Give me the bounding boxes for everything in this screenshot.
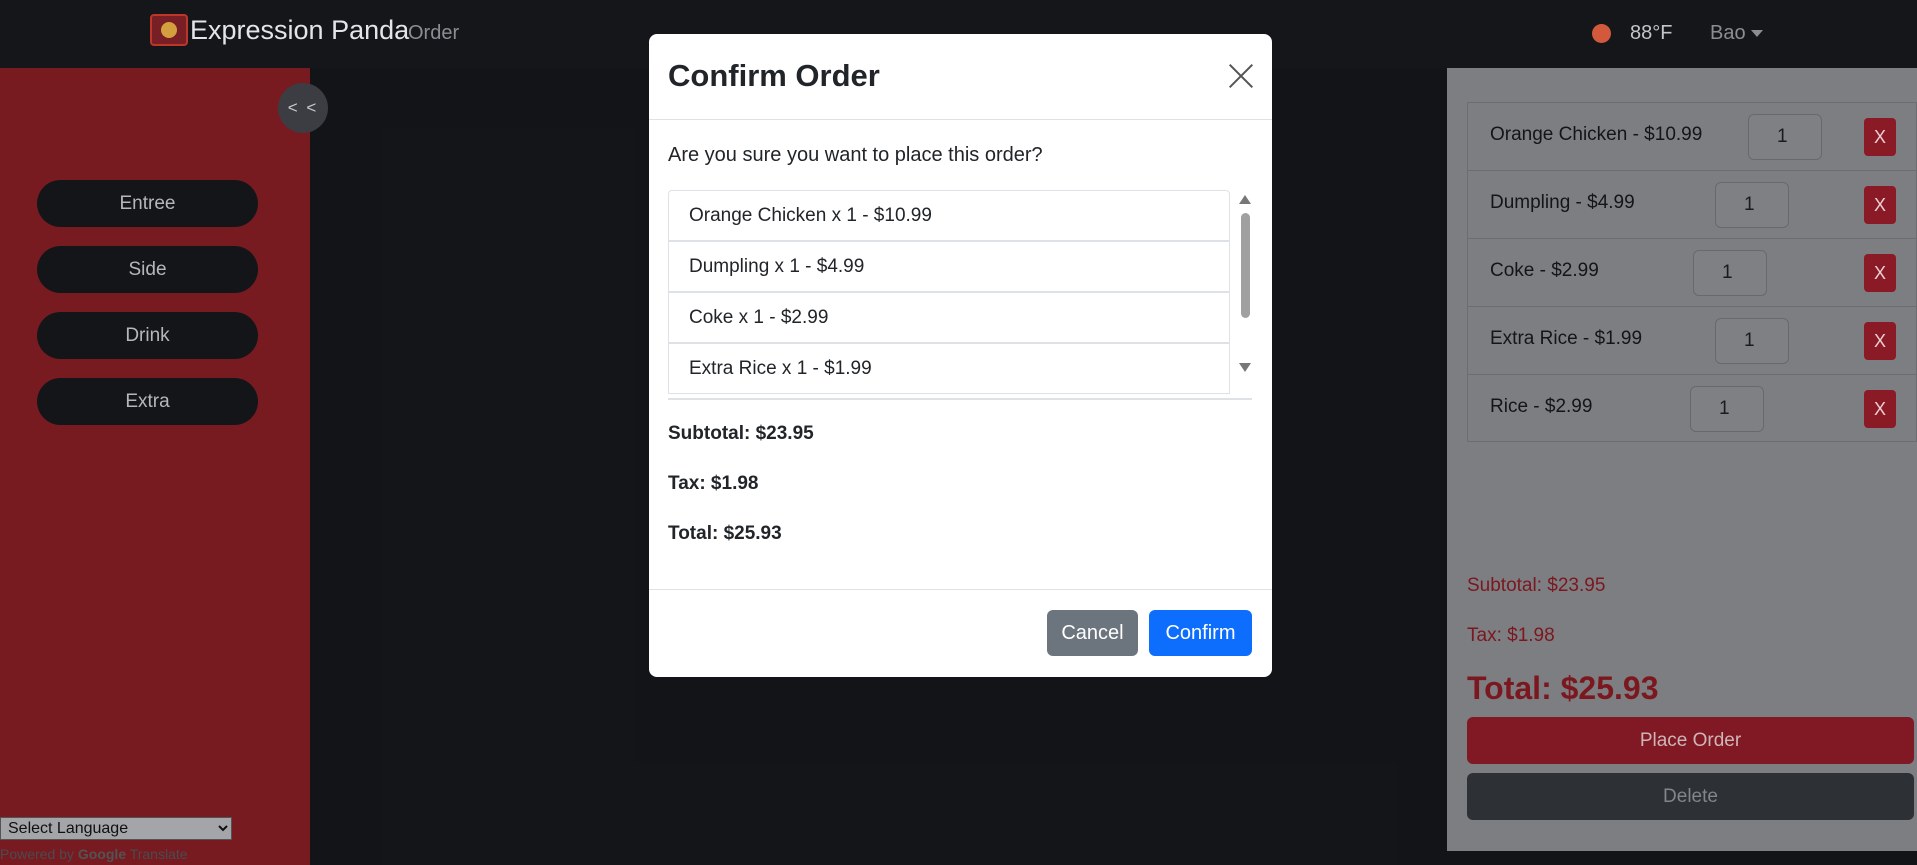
list-item: Coke x 1 - $2.99 bbox=[668, 292, 1230, 343]
scrollbar-thumb[interactable] bbox=[1241, 213, 1250, 318]
list-item: Dumpling x 1 - $4.99 bbox=[668, 241, 1230, 292]
close-icon[interactable] bbox=[1227, 62, 1255, 90]
list-item: Extra Rice x 1 - $1.99 bbox=[668, 343, 1230, 394]
cancel-button[interactable]: Cancel bbox=[1047, 610, 1138, 656]
modal-footer: Cancel Confirm bbox=[649, 589, 1272, 678]
confirm-button[interactable]: Confirm bbox=[1149, 610, 1252, 656]
scroll-up-arrow-icon[interactable] bbox=[1239, 195, 1251, 204]
modal-tax: Tax: $1.98 bbox=[668, 473, 759, 494]
sidebar-collapse-button[interactable]: < < bbox=[278, 83, 328, 133]
order-items-list[interactable]: Orange Chicken x 1 - $10.99 Dumpling x 1… bbox=[668, 190, 1252, 400]
modal-header: Confirm Order bbox=[649, 34, 1272, 120]
modal-title: Confirm Order bbox=[668, 58, 880, 93]
confirm-order-modal: Confirm Order Are you sure you want to p… bbox=[649, 34, 1272, 677]
confirm-question: Are you sure you want to place this orde… bbox=[668, 144, 1043, 166]
scroll-down-arrow-icon[interactable] bbox=[1239, 363, 1251, 372]
modal-subtotal: Subtotal: $23.95 bbox=[668, 423, 814, 444]
list-item: Orange Chicken x 1 - $10.99 bbox=[668, 190, 1230, 241]
modal-total: Total: $25.93 bbox=[668, 523, 782, 544]
